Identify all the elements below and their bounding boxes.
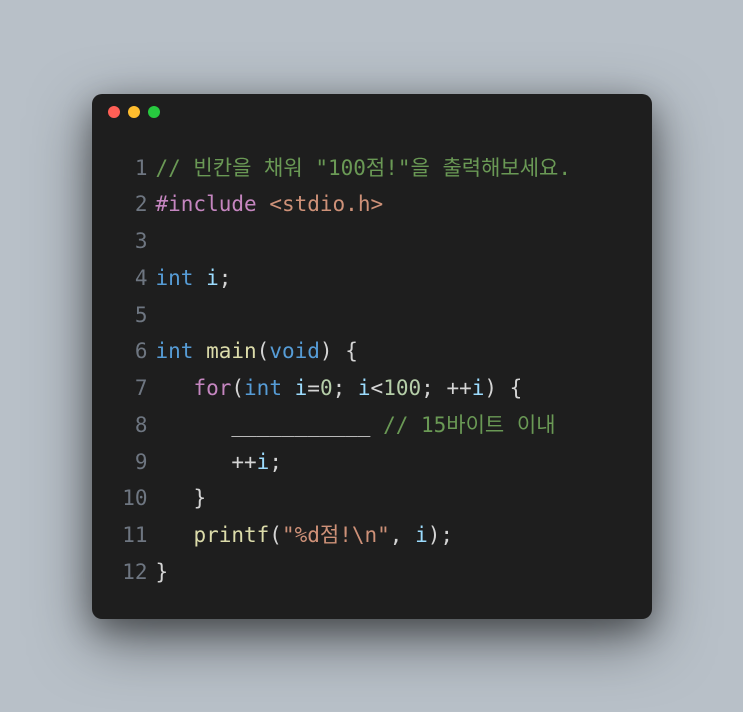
- token-plain: [193, 339, 206, 363]
- token-type: int: [244, 376, 282, 400]
- token-ident: i: [206, 266, 219, 290]
- token-ident: i: [358, 376, 371, 400]
- token-op: <: [371, 376, 384, 400]
- token-op: ++: [231, 450, 256, 474]
- token-punct: ) {: [484, 376, 522, 400]
- token-punct: }: [193, 486, 206, 510]
- token-punct: ;: [269, 450, 282, 474]
- token-comment: // 빈칸을 채워 "100점!"을 출력해보세요.: [156, 156, 572, 180]
- token-punct: (: [257, 339, 270, 363]
- token-ident: i: [472, 376, 485, 400]
- token-number: 100: [383, 376, 421, 400]
- code-line: 4int i;: [116, 260, 628, 297]
- code-line: 7 for(int i=0; i<100; ++i) {: [116, 370, 628, 407]
- token-plain: [156, 523, 194, 547]
- line-number: 3: [116, 223, 148, 260]
- code-content: ++i;: [156, 444, 282, 481]
- token-preproc: #include: [156, 192, 257, 216]
- token-op: ++: [446, 376, 471, 400]
- token-func: printf: [193, 523, 269, 547]
- token-plain: [257, 192, 270, 216]
- token-punct: (: [231, 376, 244, 400]
- code-line: 1 // 빈칸을 채워 "100점!"을 출력해보세요.: [116, 150, 628, 187]
- minimize-icon[interactable]: [128, 106, 140, 118]
- token-number: 0: [320, 376, 333, 400]
- line-number: 10: [116, 480, 148, 517]
- token-plain: ___________: [156, 413, 384, 437]
- token-plain: [193, 266, 206, 290]
- code-content: int i;: [156, 260, 232, 297]
- maximize-icon[interactable]: [148, 106, 160, 118]
- code-content: }: [156, 554, 169, 591]
- token-punct: (: [269, 523, 282, 547]
- token-func: main: [206, 339, 257, 363]
- token-punct: ;: [333, 376, 358, 400]
- line-number: 1: [116, 150, 148, 187]
- token-type: int: [156, 266, 194, 290]
- code-line: 3: [116, 223, 628, 260]
- token-plain: [156, 376, 194, 400]
- code-content: printf("%d점!\n", i);: [156, 517, 454, 554]
- line-number: 2: [116, 186, 148, 223]
- token-punct: ;: [421, 376, 446, 400]
- close-icon[interactable]: [108, 106, 120, 118]
- line-number: 11: [116, 517, 148, 554]
- line-number: 9: [116, 444, 148, 481]
- token-punct: ;: [219, 266, 232, 290]
- token-string: "%d점!\n": [282, 523, 390, 547]
- line-number: 4: [116, 260, 148, 297]
- token-keyword: for: [193, 376, 231, 400]
- code-content: }: [156, 480, 207, 517]
- token-plain: [156, 450, 232, 474]
- code-line: 12}: [116, 554, 628, 591]
- line-number: 8: [116, 407, 148, 444]
- code-content: // 빈칸을 채워 "100점!"을 출력해보세요.: [156, 150, 572, 187]
- token-ident: i: [257, 450, 270, 474]
- token-type: int: [156, 339, 194, 363]
- line-number: 12: [116, 554, 148, 591]
- token-op: =: [307, 376, 320, 400]
- code-line: 8 ___________ // 15바이트 이내: [116, 407, 628, 444]
- code-line: 10 }: [116, 480, 628, 517]
- code-line: 11 printf("%d점!\n", i);: [116, 517, 628, 554]
- code-content: int main(void) {: [156, 333, 358, 370]
- line-number: 6: [116, 333, 148, 370]
- token-include-str: <stdio.h>: [269, 192, 383, 216]
- token-punct: ) {: [320, 339, 358, 363]
- code-line: 5: [116, 297, 628, 334]
- token-plain: [282, 376, 295, 400]
- token-ident: i: [295, 376, 308, 400]
- token-type: void: [269, 339, 320, 363]
- token-plain: [156, 486, 194, 510]
- line-number: 5: [116, 297, 148, 334]
- code-line: 6int main(void) {: [116, 333, 628, 370]
- code-editor[interactable]: 1// 빈칸을 채워 "100점!"을 출력해보세요.2#include <st…: [92, 130, 652, 619]
- token-punct: }: [156, 560, 169, 584]
- window-titlebar: [92, 94, 652, 130]
- token-ident: i: [415, 523, 428, 547]
- token-comment: // 15바이트 이내: [383, 413, 555, 437]
- code-content: for(int i=0; i<100; ++i) {: [156, 370, 523, 407]
- code-content: ___________ // 15바이트 이내: [156, 407, 556, 444]
- code-line: 2#include <stdio.h>: [116, 186, 628, 223]
- code-window: 1// 빈칸을 채워 "100점!"을 출력해보세요.2#include <st…: [92, 94, 652, 619]
- token-punct: );: [428, 523, 453, 547]
- code-content: #include <stdio.h>: [156, 186, 384, 223]
- code-line: 9 ++i;: [116, 444, 628, 481]
- line-number: 7: [116, 370, 148, 407]
- token-punct: ,: [390, 523, 415, 547]
